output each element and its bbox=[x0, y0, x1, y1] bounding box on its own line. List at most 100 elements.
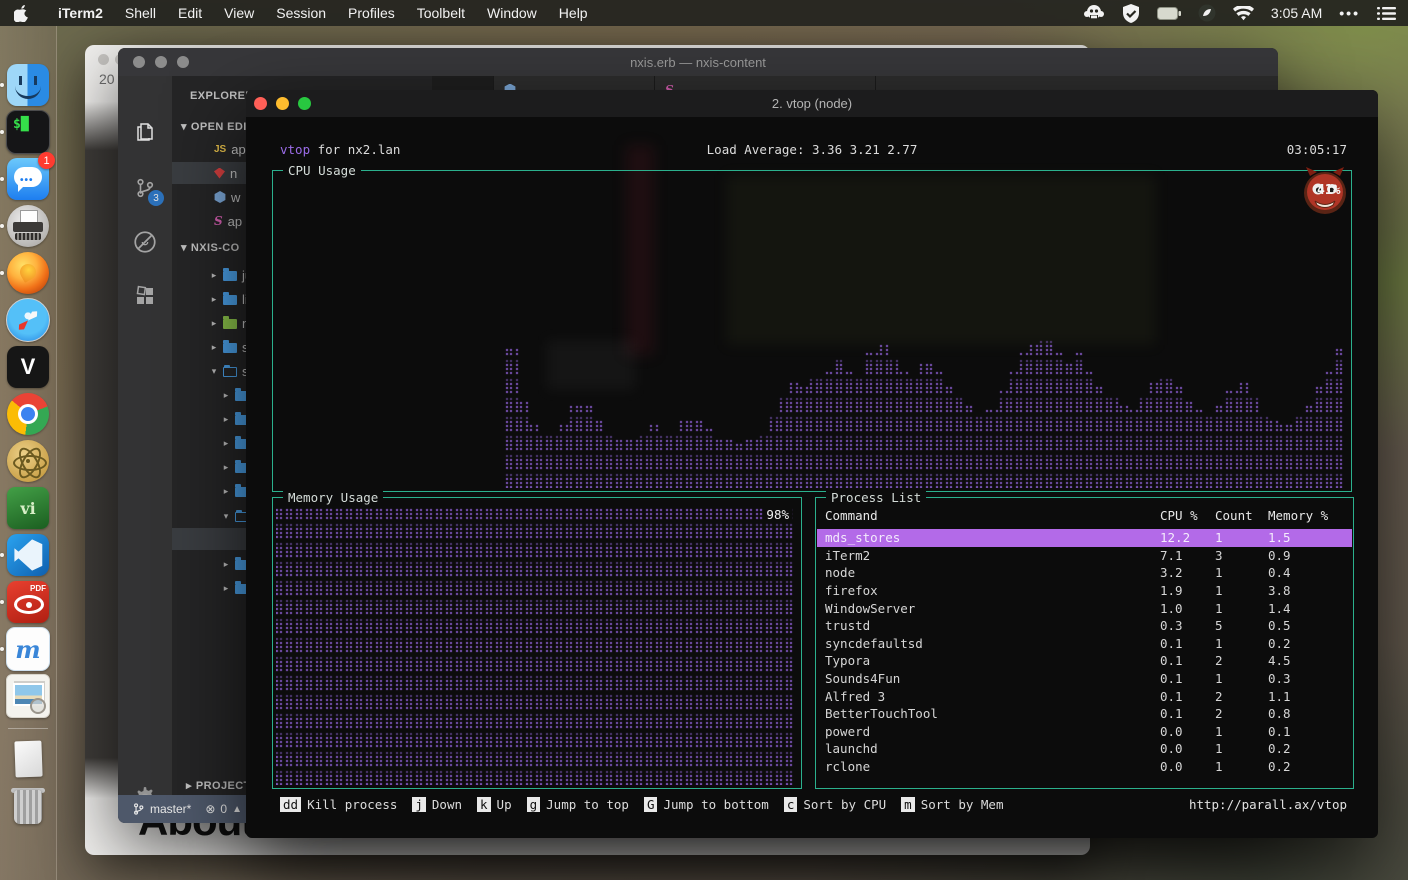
process-list-rows: mds_stores12.211.5iTerm27.130.9node3.210… bbox=[817, 529, 1352, 775]
dock-item-atom[interactable] bbox=[5, 438, 51, 484]
keybind-c: cSort by CPU bbox=[784, 797, 886, 812]
dock-item-trash[interactable] bbox=[5, 784, 51, 830]
process-row-typora[interactable]: Typora0.124.5 bbox=[817, 652, 1352, 670]
folder-icon bbox=[223, 295, 237, 305]
cpu-usage-graph bbox=[276, 178, 1346, 488]
scurve-file-icon: S bbox=[214, 214, 223, 228]
close-button[interactable] bbox=[133, 56, 145, 68]
explorer-icon[interactable] bbox=[118, 112, 172, 152]
iterm-title-bar[interactable]: 2. vtop (node) bbox=[246, 90, 1378, 117]
shield-check-icon[interactable] bbox=[1122, 4, 1140, 23]
dock-item-photos[interactable] bbox=[5, 673, 51, 719]
debug-disabled-icon[interactable] bbox=[118, 222, 172, 262]
dock-item-vscode[interactable] bbox=[5, 532, 51, 578]
process-row-alfred-3[interactable]: Alfred 30.121.1 bbox=[817, 687, 1352, 705]
menu-item-edit[interactable]: Edit bbox=[167, 5, 213, 21]
process-row-mds_stores[interactable]: mds_stores12.211.5 bbox=[817, 529, 1352, 547]
dock-item-documents[interactable] bbox=[5, 737, 51, 783]
menu-item-view[interactable]: View bbox=[213, 5, 265, 21]
minimize-button[interactable] bbox=[276, 97, 289, 110]
source-control-icon[interactable]: 3 bbox=[118, 168, 172, 208]
git-branch-indicator[interactable]: master* bbox=[132, 802, 191, 816]
ruby-file-icon bbox=[214, 168, 225, 179]
menu-item-profiles[interactable]: Profiles bbox=[337, 5, 406, 21]
folder-section-header[interactable]: ▾NXIS-CO bbox=[181, 241, 240, 254]
process-row-iterm2[interactable]: iTerm27.130.9 bbox=[817, 547, 1352, 565]
vscode-window-title: nxis.erb — nxis-content bbox=[630, 55, 766, 70]
process-list-header: Command CPU % Count Memory % bbox=[817, 508, 1352, 526]
leaf-icon[interactable] bbox=[1198, 4, 1216, 22]
process-row-sounds4fun[interactable]: Sounds4Fun0.110.3 bbox=[817, 670, 1352, 688]
zoom-button[interactable] bbox=[298, 97, 311, 110]
iterm-window-title: 2. vtop (node) bbox=[772, 96, 852, 111]
process-row-powerd[interactable]: powerd0.010.1 bbox=[817, 723, 1352, 741]
error-icon: ⊗ bbox=[205, 802, 215, 816]
vtop-clock: 03:05:17 bbox=[1287, 142, 1347, 157]
process-row-trustd[interactable]: trustd0.350.5 bbox=[817, 617, 1352, 635]
process-row-syncdefaultsd[interactable]: syncdefaultsd0.110.2 bbox=[817, 635, 1352, 653]
vscode-activity-bar: 3 bbox=[118, 76, 172, 795]
dock-item-vivaldi[interactable]: V bbox=[5, 344, 51, 390]
vtop-url[interactable]: http://parall.ax/vtop bbox=[1189, 797, 1347, 812]
process-row-windowserver[interactable]: WindowServer1.011.4 bbox=[817, 599, 1352, 617]
load-average: Load Average: 3.36 3.21 2.77 bbox=[246, 142, 1378, 157]
menu-item-iterm2[interactable]: iTerm2 bbox=[47, 5, 114, 21]
js-file-icon: JS bbox=[214, 144, 226, 155]
cpu-usage-title: CPU Usage bbox=[283, 163, 361, 178]
dock-item-firefox[interactable] bbox=[5, 250, 51, 296]
unread-badge: 1 bbox=[38, 152, 55, 169]
apple-menu-icon[interactable] bbox=[14, 5, 29, 22]
dock-item-messages[interactable]: •••1 bbox=[5, 156, 51, 202]
process-list-title: Process List bbox=[826, 490, 926, 505]
cpu-badge-devil-icon: 41% bbox=[1300, 166, 1350, 218]
memory-usage-graph bbox=[276, 503, 796, 785]
process-row-rclone[interactable]: rclone0.010.2 bbox=[817, 758, 1352, 776]
dock-item-finder[interactable] bbox=[5, 62, 51, 108]
menu-bar-clock[interactable]: 3:05 AM bbox=[1271, 5, 1322, 21]
wifi-icon[interactable] bbox=[1233, 6, 1254, 21]
menu-item-window[interactable]: Window bbox=[476, 5, 548, 21]
dock-item-typora[interactable] bbox=[5, 203, 51, 249]
process-row-firefox[interactable]: firefox1.913.8 bbox=[817, 582, 1352, 600]
iterm-window: 2. vtop (node) vtop for nx2.lan Load Ave… bbox=[246, 90, 1378, 838]
cpu-usage-box: CPU Usage bbox=[272, 170, 1352, 492]
scm-changes-badge: 3 bbox=[148, 190, 164, 206]
warning-icon: ▲ bbox=[232, 804, 242, 815]
dock-item-terminal[interactable]: $█ bbox=[5, 109, 51, 155]
zoom-button[interactable] bbox=[177, 56, 189, 68]
dock-item-safari[interactable] bbox=[5, 297, 51, 343]
keybind-dd: ddKill process bbox=[280, 797, 397, 812]
dock-item-mweb[interactable]: m bbox=[5, 626, 51, 672]
menu-item-toolbelt[interactable]: Toolbelt bbox=[406, 5, 476, 21]
overflow-dots[interactable]: ••• bbox=[1339, 5, 1360, 21]
menu-item-shell[interactable]: Shell bbox=[114, 5, 167, 21]
folder-icon bbox=[223, 343, 237, 353]
project-section-header[interactable]: ▸PROJECT bbox=[186, 779, 251, 792]
memory-usage-box: Memory Usage 98% bbox=[272, 497, 802, 789]
close-button[interactable] bbox=[254, 97, 267, 110]
dock-item-macvim[interactable]: vi bbox=[5, 485, 51, 531]
extensions-icon[interactable] bbox=[118, 276, 172, 316]
process-row-node[interactable]: node3.210.4 bbox=[817, 564, 1352, 582]
minimize-button[interactable] bbox=[155, 56, 167, 68]
process-row-bettertouchtool[interactable]: BetterTouchTool0.120.8 bbox=[817, 705, 1352, 723]
ape-icon[interactable] bbox=[1083, 4, 1105, 22]
process-row-launchd[interactable]: launchd0.010.2 bbox=[817, 740, 1352, 758]
folder-icon bbox=[223, 271, 237, 281]
vscode-title-bar[interactable]: nxis.erb — nxis-content bbox=[118, 48, 1278, 76]
notification-list-icon[interactable] bbox=[1377, 6, 1396, 21]
folder-icon bbox=[223, 367, 237, 377]
battery-icon[interactable] bbox=[1157, 7, 1181, 20]
keybind-m: mSort by Mem bbox=[901, 797, 1003, 812]
menu-item-help[interactable]: Help bbox=[548, 5, 599, 21]
vtop-header: vtop for nx2.lan Load Average: 3.36 3.21… bbox=[246, 142, 1378, 160]
keybind-g: gJump to top bbox=[527, 797, 629, 812]
vtop-footer: ddKill processjDownkUpgJump to topGJump … bbox=[280, 795, 1347, 813]
dock-item-chrome[interactable] bbox=[5, 391, 51, 437]
keybind-G: GJump to bottom bbox=[644, 797, 769, 812]
memory-percent: 98% bbox=[763, 507, 792, 522]
cpu-badge-value: 41% bbox=[1317, 183, 1341, 198]
dock-item-pdf-expert[interactable]: PDF bbox=[5, 579, 51, 625]
menu-item-session[interactable]: Session bbox=[265, 5, 337, 21]
problems-indicator[interactable]: ⊗ 0 ▲ bbox=[205, 802, 242, 816]
